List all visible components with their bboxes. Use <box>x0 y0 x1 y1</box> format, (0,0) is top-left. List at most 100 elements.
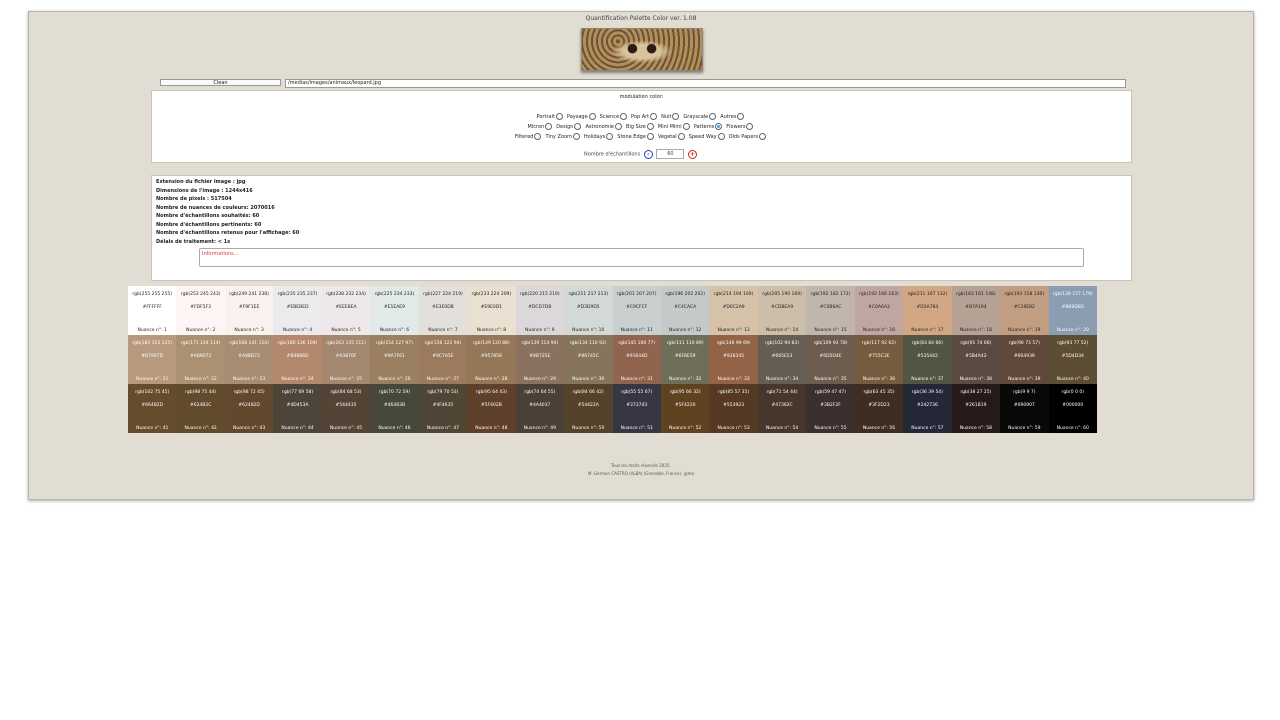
color-swatch[interactable]: rgb(193 158 130) #C19E82 Nuance n°: 19 <box>1000 286 1049 335</box>
clean-button[interactable]: Clean <box>160 79 281 86</box>
modulation-option[interactable]: Olds Papers <box>729 133 768 140</box>
color-swatch[interactable]: rgb(38 27 25) #261B19 Nuance n°: 58 <box>951 384 1001 433</box>
modulation-option[interactable]: Paysage <box>567 113 598 120</box>
modulation-radio[interactable] <box>672 113 680 120</box>
modulation-radio[interactable] <box>615 123 623 130</box>
color-swatch[interactable]: rgb(192 166 163) #C0A6A3 Nuance n°: 16 <box>854 286 904 335</box>
modulation-radio[interactable] <box>574 123 582 130</box>
color-swatch[interactable]: rgb(77 69 58) #4D453A Nuance n°: 44 <box>273 384 322 433</box>
informations-box[interactable]: Informations... <box>199 248 1084 267</box>
color-swatch[interactable]: rgb(117 92 62) #755C3E Nuance n°: 36 <box>854 335 904 384</box>
modulation-option[interactable]: Big Size <box>626 123 656 130</box>
color-swatch[interactable]: rgb(74 64 55) #4A4037 Nuance n°: 49 <box>515 384 565 433</box>
color-swatch[interactable]: rgb(83 84 66) #535442 Nuance n°: 37 <box>903 335 952 384</box>
modulation-option[interactable]: Autres <box>720 113 746 120</box>
samples-count-input[interactable]: 60 <box>656 149 685 159</box>
color-swatch[interactable]: rgb(96 73 57) #604939 Nuance n°: 39 <box>1000 335 1049 384</box>
color-swatch[interactable]: rgb(93 77 52) #5D4D34 Nuance n°: 40 <box>1048 335 1097 384</box>
modulation-option[interactable]: Mini Mimi <box>658 123 692 130</box>
modulation-radio[interactable] <box>650 113 658 120</box>
color-swatch[interactable]: rgb(84 68 53) #544435 Nuance n°: 45 <box>321 384 371 433</box>
color-swatch[interactable]: rgb(214 194 169) #D6C2A9 Nuance n°: 13 <box>709 286 758 335</box>
color-swatch[interactable]: rgb(91 74 66) #5B4A42 Nuance n°: 38 <box>951 335 1001 384</box>
increase-samples-button[interactable]: + <box>687 149 697 159</box>
color-swatch[interactable]: rgb(233 224 209) #E9E0D1 Nuance n°: 8 <box>467 286 516 335</box>
modulation-option[interactable]: Astronomie <box>585 123 624 130</box>
modulation-radio[interactable] <box>715 123 723 130</box>
modulation-option[interactable]: Nuit <box>661 113 681 120</box>
color-swatch[interactable]: rgb(171 144 114) #AB9072 Nuance n°: 22 <box>176 335 225 384</box>
color-swatch[interactable]: rgb(59 47 47) #3B2F2F Nuance n°: 55 <box>806 384 855 433</box>
modulation-radio[interactable] <box>606 133 614 140</box>
color-swatch[interactable]: rgb(211 217 213) #D3D9D5 Nuance n°: 10 <box>564 286 613 335</box>
color-swatch[interactable]: rgb(253 245 243) #FDF5F3 Nuance n°: 2 <box>176 286 225 335</box>
color-swatch[interactable]: rgb(85 57 35) #553923 Nuance n°: 53 <box>709 384 758 433</box>
modulation-radio[interactable] <box>555 113 563 120</box>
modulation-option[interactable]: Flowers <box>726 123 755 130</box>
color-swatch[interactable]: rgb(196 202 202) #C4CACA Nuance n°: 12 <box>660 286 710 335</box>
color-swatch[interactable]: rgb(55 55 67) #373743 Nuance n°: 51 <box>612 384 661 433</box>
modulation-radio[interactable] <box>620 113 628 120</box>
modulation-radio[interactable] <box>717 133 725 140</box>
color-swatch[interactable]: rgb(227 224 219) #E3E0DB Nuance n°: 7 <box>418 286 468 335</box>
color-swatch[interactable]: rgb(84 66 42) #54422A Nuance n°: 50 <box>564 384 613 433</box>
modulation-radio[interactable] <box>677 133 685 140</box>
modulation-option[interactable]: Vegetal <box>658 133 687 140</box>
modulation-radio[interactable] <box>646 123 654 130</box>
color-swatch[interactable]: rgb(205 190 169) #CDBEA9 Nuance n°: 14 <box>757 286 807 335</box>
color-swatch[interactable]: rgb(180 136 109) #B4886D Nuance n°: 24 <box>273 335 322 384</box>
color-swatch[interactable]: rgb(98 75 44) #624B2C Nuance n°: 42 <box>176 384 225 433</box>
color-swatch[interactable]: rgb(249 241 238) #F9F1EE Nuance n°: 3 <box>224 286 274 335</box>
color-swatch[interactable]: rgb(149 120 88) #957858 Nuance n°: 28 <box>467 335 516 384</box>
modulation-option[interactable]: Science <box>600 113 629 120</box>
modulation-radio[interactable] <box>682 123 690 130</box>
color-swatch[interactable]: rgb(109 93 78) #6D5D4E Nuance n°: 35 <box>806 335 855 384</box>
color-swatch[interactable]: rgb(9 9 7) #090907 Nuance n°: 59 <box>1000 384 1049 433</box>
modulation-radio[interactable] <box>737 113 745 120</box>
modulation-option[interactable]: Speed Way <box>689 133 727 140</box>
color-swatch[interactable]: rgb(146 99 69) #926345 Nuance n°: 33 <box>709 335 758 384</box>
color-swatch[interactable]: rgb(168 141 114) #A88D72 Nuance n°: 23 <box>224 335 274 384</box>
modulation-option[interactable]: Filtered <box>515 133 544 140</box>
color-swatch[interactable]: rgb(211 167 132) #D3A784 Nuance n°: 17 <box>903 286 952 335</box>
color-swatch[interactable]: rgb(111 110 89) #6F6E59 Nuance n°: 32 <box>660 335 710 384</box>
modulation-option[interactable]: Pop Art <box>631 113 659 120</box>
modulation-radio[interactable] <box>709 113 717 120</box>
color-swatch[interactable]: rgb(79 70 53) #4F4635 Nuance n°: 47 <box>418 384 468 433</box>
modulation-radio[interactable] <box>588 113 596 120</box>
color-swatch[interactable]: rgb(36 39 54) #242736 Nuance n°: 57 <box>903 384 952 433</box>
modulation-option[interactable]: Grayscale <box>683 113 718 120</box>
modulation-option[interactable]: Tiny Zoom <box>545 133 581 140</box>
modulation-radio[interactable] <box>746 123 754 130</box>
color-swatch[interactable]: rgb(98 72 45) #62482D Nuance n°: 43 <box>224 384 274 433</box>
color-swatch[interactable]: rgb(255 255 255) #FFFFFF Nuance n°: 1 <box>128 286 177 335</box>
color-swatch[interactable]: rgb(163 135 111) #A3876F Nuance n°: 25 <box>321 335 371 384</box>
color-swatch[interactable]: rgb(192 182 172) #C0B6AC Nuance n°: 15 <box>806 286 855 335</box>
color-swatch[interactable]: rgb(95 66 32) #5F4220 Nuance n°: 52 <box>660 384 710 433</box>
modulation-option[interactable]: Micron <box>528 123 555 130</box>
color-swatch[interactable]: rgb(102 75 45) #664B2D Nuance n°: 41 <box>128 384 177 433</box>
color-swatch[interactable]: rgb(139 157 179) #8B9DB3 Nuance n°: 20 <box>1048 286 1097 335</box>
color-swatch[interactable]: rgb(156 122 94) #9C7A5E Nuance n°: 27 <box>418 335 468 384</box>
modulation-option[interactable]: Portrait <box>537 113 565 120</box>
modulation-option[interactable]: Holidays <box>584 133 615 140</box>
color-swatch[interactable]: rgb(220 215 219) #DCD7DB Nuance n°: 9 <box>515 286 565 335</box>
modulation-radio[interactable] <box>759 133 767 140</box>
color-swatch[interactable]: rgb(225 234 233) #E1EAE9 Nuance n°: 6 <box>370 286 419 335</box>
color-swatch[interactable]: rgb(139 114 94) #8B725E Nuance n°: 29 <box>515 335 565 384</box>
modulation-radio[interactable] <box>534 133 542 140</box>
color-swatch[interactable]: rgb(183 161 148) #B7A194 Nuance n°: 18 <box>951 286 1001 335</box>
modulation-radio[interactable] <box>572 133 580 140</box>
color-swatch[interactable]: rgb(134 116 92) #86745C Nuance n°: 30 <box>564 335 613 384</box>
color-swatch[interactable]: rgb(0 0 0) #000000 Nuance n°: 60 <box>1048 384 1097 433</box>
image-path-input[interactable]: /medias/images/animaux/leopard.jpg <box>285 79 1126 88</box>
color-swatch[interactable]: rgb(145 100 77) #91644D Nuance n°: 31 <box>612 335 661 384</box>
color-swatch[interactable]: rgb(102 94 83) #665E53 Nuance n°: 34 <box>757 335 807 384</box>
modulation-radio[interactable] <box>545 123 553 130</box>
modulation-option[interactable]: Stone Edge <box>617 133 656 140</box>
modulation-radio[interactable] <box>646 133 654 140</box>
color-swatch[interactable]: rgb(95 64 43) #5F402B Nuance n°: 48 <box>467 384 516 433</box>
color-swatch[interactable]: rgb(235 235 237) #EBEBED Nuance n°: 4 <box>273 286 322 335</box>
decrease-samples-button[interactable]: - <box>643 149 653 159</box>
color-swatch[interactable]: rgb(201 207 207) #C9CFCF Nuance n°: 11 <box>612 286 661 335</box>
